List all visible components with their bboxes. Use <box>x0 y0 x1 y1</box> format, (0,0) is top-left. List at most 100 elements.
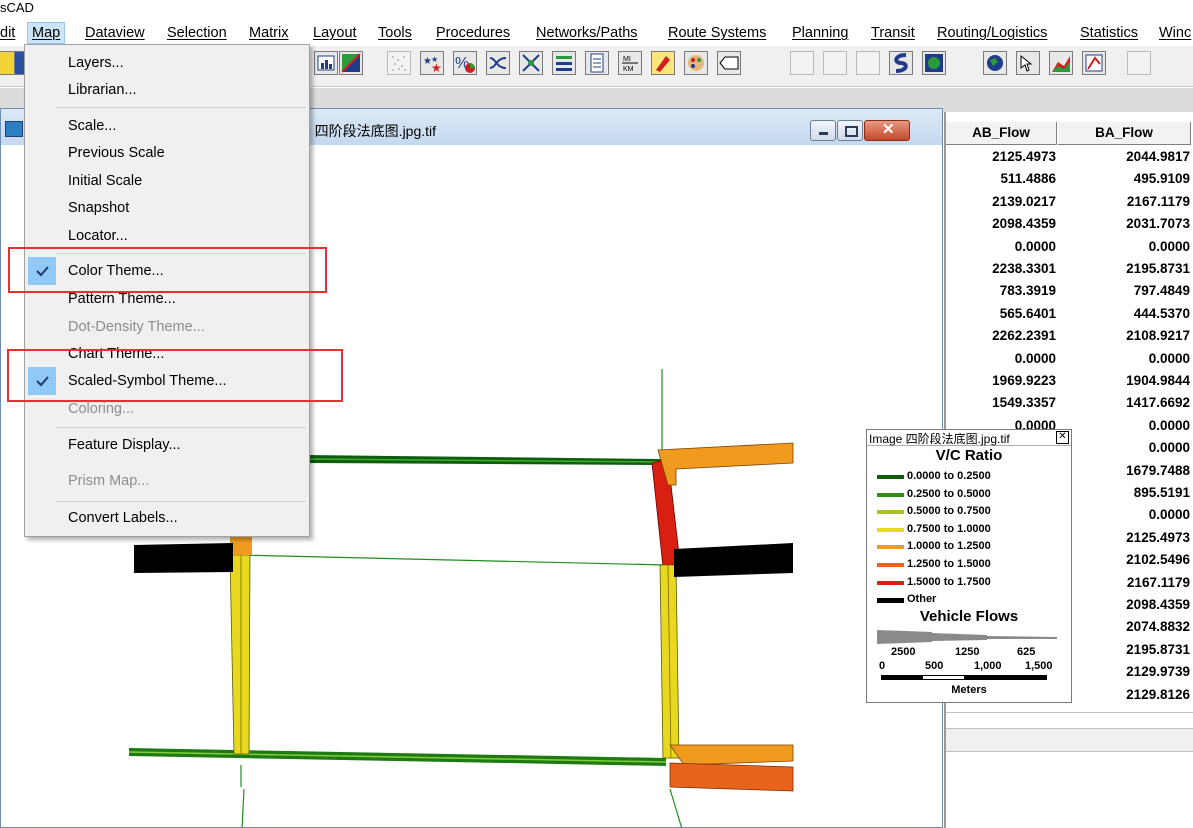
ba-flow-cell[interactable]: 2108.9217 <box>1058 325 1190 347</box>
ab-flow-cell[interactable]: 2262.2391 <box>946 325 1056 347</box>
menu-item-feature-display[interactable]: Feature Display... <box>68 435 181 455</box>
ab-flow-cell[interactable]: 2238.3301 <box>946 258 1056 280</box>
link-connector[interactable] <box>241 788 245 827</box>
maximize-button[interactable] <box>837 120 863 141</box>
ba-flow-cell[interactable]: 0.0000 <box>1058 236 1190 258</box>
color-theme-tool-icon[interactable] <box>339 51 363 75</box>
highlighter-tool-icon[interactable] <box>651 51 675 75</box>
road-link[interactable] <box>669 744 794 766</box>
ba-flow-cell[interactable]: 2102.5496 <box>1058 549 1190 571</box>
menu-networks-paths[interactable]: Networks/Paths <box>536 24 638 42</box>
ba-flow-cell[interactable]: 2125.4973 <box>1058 527 1190 549</box>
ab-flow-cell[interactable]: 565.6401 <box>946 303 1056 325</box>
chart-tool-icon[interactable] <box>314 51 338 75</box>
globe-tool-icon[interactable] <box>983 51 1007 75</box>
menu-item-snapshot[interactable]: Snapshot <box>68 198 129 218</box>
menu-procedures[interactable]: Procedures <box>436 24 510 42</box>
close-button[interactable]: ✕ <box>864 120 910 141</box>
road-link[interactable] <box>657 442 794 486</box>
route-tool-icon[interactable] <box>889 51 913 75</box>
ba-flow-cell[interactable]: 2195.8731 <box>1058 258 1190 280</box>
select-tool-icon[interactable] <box>1016 51 1040 75</box>
menu-edit[interactable]: dit <box>0 24 15 42</box>
ba-flow-cell[interactable]: 2098.4359 <box>1058 594 1190 616</box>
link-connector[interactable] <box>236 554 667 566</box>
menu-item-librarian[interactable]: Librarian... <box>68 80 137 100</box>
ba-flow-cell[interactable]: 0.0000 <box>1058 504 1190 526</box>
column-header-ab-flow[interactable]: AB_Flow <box>946 122 1057 145</box>
minimize-button[interactable] <box>810 120 836 141</box>
menu-dataview[interactable]: Dataview <box>85 24 145 42</box>
menu-window[interactable]: Winc <box>1159 24 1191 42</box>
triangle-theme-icon <box>341 53 361 73</box>
menu-item-layers[interactable]: Layers... <box>68 53 124 73</box>
ab-flow-cell[interactable]: 2139.0217 <box>946 191 1056 213</box>
ba-flow-cell[interactable]: 2195.8731 <box>1058 639 1190 661</box>
road-link-other[interactable] <box>674 543 793 577</box>
map-edit-tool-icon[interactable] <box>1082 51 1106 75</box>
label-tool-icon[interactable] <box>717 51 741 75</box>
ab-flow-cell[interactable]: 511.4886 <box>946 168 1056 190</box>
menu-layout[interactable]: Layout <box>313 24 357 42</box>
menu-tools[interactable]: Tools <box>378 24 412 42</box>
ba-flow-cell[interactable]: 444.5370 <box>1058 303 1190 325</box>
chart-theme-tool-icon[interactable]: % <box>453 51 477 75</box>
thematic-chart-tool-icon[interactable] <box>1049 51 1073 75</box>
menu-statistics[interactable]: Statistics <box>1080 24 1138 42</box>
menu-item-convert-labels[interactable]: Convert Labels... <box>68 508 178 528</box>
road-link[interactable] <box>229 554 251 755</box>
ba-flow-cell[interactable]: 2167.1179 <box>1058 191 1190 213</box>
ab-flow-cell[interactable]: 2098.4359 <box>946 213 1056 235</box>
menu-route-systems[interactable]: Route Systems <box>668 24 766 42</box>
palette-tool-icon[interactable] <box>684 51 708 75</box>
overlay-tool-icon[interactable] <box>922 51 946 75</box>
menu-routing-logistics[interactable]: Routing/Logistics <box>937 24 1047 42</box>
ba-flow-cell[interactable]: 0.0000 <box>1058 437 1190 459</box>
road-link[interactable] <box>669 762 794 792</box>
road-link[interactable] <box>230 537 252 555</box>
link-connector[interactable] <box>669 788 683 827</box>
ba-flow-cell[interactable]: 2129.9739 <box>1058 661 1190 683</box>
arrows-tool-icon[interactable] <box>519 51 543 75</box>
ba-flow-cell[interactable]: 0.0000 <box>1058 415 1190 437</box>
units-tool-icon[interactable]: MI KM <box>618 51 642 75</box>
ba-flow-cell[interactable]: 495.9109 <box>1058 168 1190 190</box>
ba-flow-cell[interactable]: 797.4849 <box>1058 280 1190 302</box>
ab-flow-cell[interactable]: 1969.9223 <box>946 370 1056 392</box>
menu-matrix[interactable]: Matrix <box>249 24 288 42</box>
legend-close-icon[interactable]: ✕ <box>1056 431 1069 444</box>
map-legend[interactable]: Image 四阶段法底图.jpg.tif ✕ V/C Ratio 0.0000 … <box>866 429 1072 703</box>
legend-title-bar[interactable]: Image 四阶段法底图.jpg.tif ✕ <box>867 430 1071 446</box>
ba-flow-cell[interactable]: 2129.8126 <box>1058 684 1190 706</box>
menu-map[interactable]: Map <box>27 22 66 44</box>
list-tool-icon[interactable] <box>585 51 609 75</box>
column-header-ba-flow[interactable]: BA_Flow <box>1058 122 1191 145</box>
ba-flow-cell[interactable]: 1679.7488 <box>1058 460 1190 482</box>
menu-item-locator[interactable]: Locator... <box>68 226 128 246</box>
menu-transit[interactable]: Transit <box>871 24 915 42</box>
ba-flow-cell[interactable]: 1417.6692 <box>1058 392 1190 414</box>
menu-selection[interactable]: Selection <box>167 24 227 42</box>
ba-flow-cell[interactable]: 2167.1179 <box>1058 572 1190 594</box>
ba-flow-cell[interactable]: 895.5191 <box>1058 482 1190 504</box>
scaled-symbol-tool-icon[interactable]: ★ ★ ★ <box>420 51 444 75</box>
menu-item-previous-scale[interactable]: Previous Scale <box>68 143 165 163</box>
network-tool-icon[interactable] <box>486 51 510 75</box>
ba-flow-cell[interactable]: 1904.9844 <box>1058 370 1190 392</box>
ba-flow-cell[interactable]: 2031.7073 <box>1058 213 1190 235</box>
ba-flow-cell[interactable]: 2074.8832 <box>1058 616 1190 638</box>
ab-flow-cell[interactable]: 0.0000 <box>946 236 1056 258</box>
grid-scrollbar-track[interactable] <box>946 712 1193 713</box>
ba-flow-cell[interactable]: 2044.9817 <box>1058 146 1190 168</box>
road-link-other[interactable] <box>134 543 233 573</box>
layers-tool-icon[interactable] <box>552 51 576 75</box>
ab-flow-cell[interactable]: 1549.3357 <box>946 392 1056 414</box>
ba-flow-cell[interactable]: 0.0000 <box>1058 348 1190 370</box>
menu-item-initial-scale[interactable]: Initial Scale <box>68 171 142 191</box>
vc-legend-swatch <box>877 475 904 479</box>
ab-flow-cell[interactable]: 0.0000 <box>946 348 1056 370</box>
menu-item-scale[interactable]: Scale... <box>68 116 116 136</box>
menu-planning[interactable]: Planning <box>792 24 848 42</box>
ab-flow-cell[interactable]: 2125.4973 <box>946 146 1056 168</box>
ab-flow-cell[interactable]: 783.3919 <box>946 280 1056 302</box>
